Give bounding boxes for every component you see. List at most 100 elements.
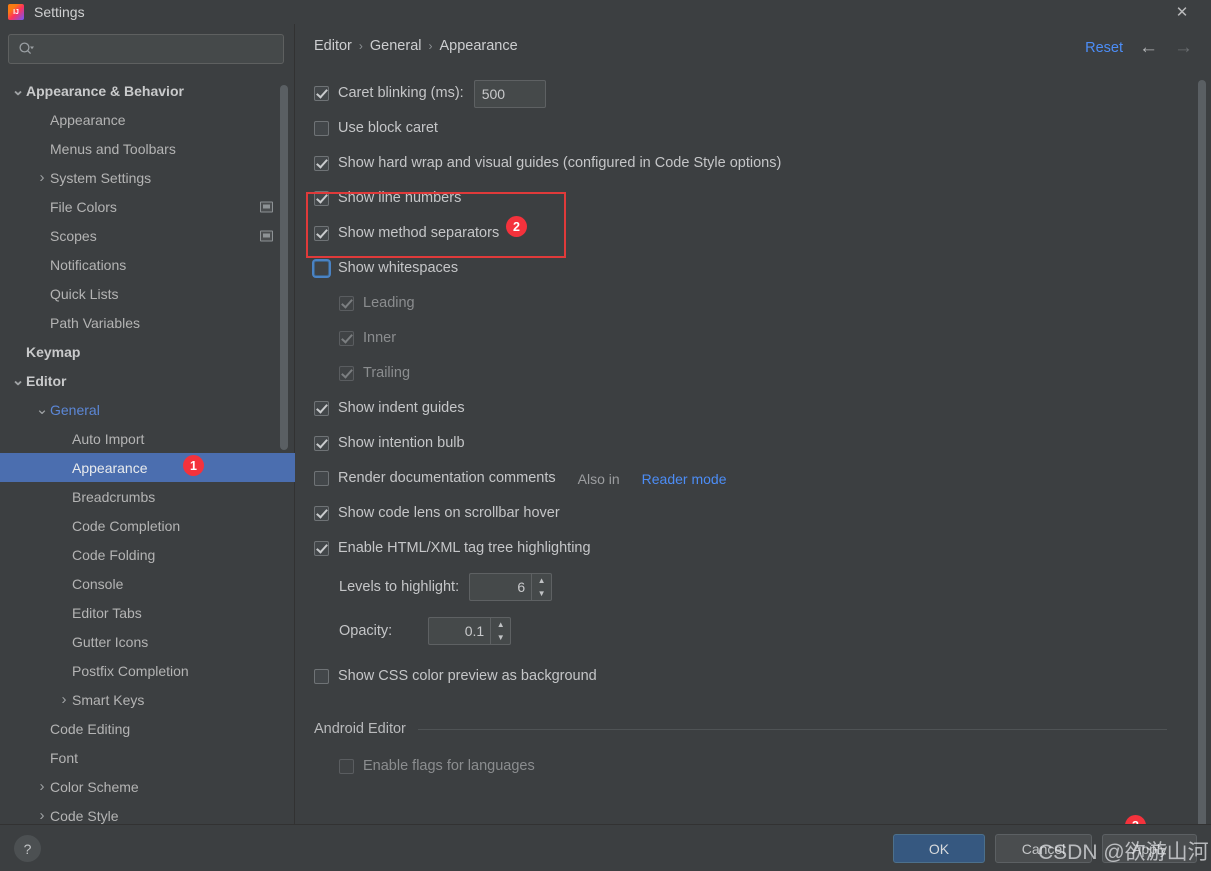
sidebar-item-file-colors[interactable]: File Colors	[0, 192, 295, 221]
search-input[interactable]	[34, 41, 283, 57]
opacity-input[interactable]	[428, 617, 491, 645]
opacity-stepper-buttons[interactable]: ▲ ▼	[490, 617, 512, 645]
show-intention-bulb-label: Show intention bulb	[338, 435, 465, 452]
sidebar-item-label: Breadcrumbs	[72, 488, 156, 505]
use-block-caret-checkbox[interactable]	[314, 121, 329, 136]
enable-tag-tree-checkbox[interactable]	[314, 541, 329, 556]
show-intention-bulb-checkbox[interactable]	[314, 436, 329, 451]
option-show-code-lens[interactable]: Show code lens on scrollbar hover	[296, 496, 1185, 531]
title-bar: Settings ✕	[0, 0, 1211, 24]
sidebar-scrollbar[interactable]	[280, 85, 288, 450]
option-enable-tag-tree-highlighting[interactable]: Enable HTML/XML tag tree highlighting	[296, 531, 1185, 566]
sidebar-item-quick-lists[interactable]: Quick Lists	[0, 279, 295, 308]
option-render-documentation-comments[interactable]: Render documentation comments Also in Re…	[296, 461, 1185, 496]
sidebar-item-path-variables[interactable]: Path Variables	[0, 308, 295, 337]
search-box[interactable]	[8, 34, 284, 64]
show-method-separators-label: Show method separators	[338, 225, 500, 242]
content-scrollbar[interactable]	[1198, 80, 1206, 835]
option-use-block-caret[interactable]: Use block caret	[296, 111, 1185, 146]
option-show-whitespaces[interactable]: Show whitespaces	[296, 251, 1185, 286]
stepper-down-icon[interactable]: ▼	[532, 587, 551, 600]
render-doc-comments-checkbox[interactable]	[314, 471, 329, 486]
help-button[interactable]: ?	[14, 835, 41, 862]
option-enable-flags-for-languages[interactable]: Enable flags for languages	[296, 744, 1185, 788]
option-show-css-color-preview[interactable]: Show CSS color preview as background	[296, 654, 1185, 698]
sidebar-item-code-completion[interactable]: Code Completion	[0, 511, 295, 540]
option-show-method-separators[interactable]: Show method separators	[296, 216, 1185, 251]
sidebar-item-appearance[interactable]: Appearance	[0, 453, 295, 482]
sidebar-item-label: Scopes	[50, 227, 97, 244]
show-line-numbers-checkbox[interactable]	[314, 191, 329, 206]
sidebar-item-label: Gutter Icons	[72, 633, 149, 650]
caret-blinking-checkbox[interactable]	[314, 86, 329, 101]
arrow-left-icon[interactable]: ←	[1139, 38, 1158, 57]
sidebar-item-general[interactable]: ⌄ General	[0, 395, 295, 424]
show-css-preview-checkbox[interactable]	[314, 668, 329, 684]
stepper-up-icon[interactable]: ▲	[532, 574, 551, 587]
levels-to-highlight-input[interactable]	[469, 573, 532, 601]
chevron-down-icon[interactable]: ⌄	[10, 83, 26, 99]
sidebar-item-scopes[interactable]: Scopes	[0, 221, 295, 250]
chevron-right-icon[interactable]: ›	[34, 169, 50, 186]
option-trailing[interactable]: Trailing	[296, 356, 1185, 391]
reset-button[interactable]: Reset	[1085, 40, 1123, 56]
sidebar-item-smart-keys[interactable]: › Smart Keys	[0, 685, 295, 714]
cancel-button[interactable]: Cancel	[995, 834, 1092, 863]
apply-button[interactable]: Apply	[1102, 834, 1197, 863]
option-leading[interactable]: Leading	[296, 286, 1185, 321]
show-whitespaces-checkbox[interactable]	[314, 261, 329, 276]
sidebar-item-appearance[interactable]: Appearance	[0, 105, 295, 134]
chevron-right-icon[interactable]: ›	[34, 807, 50, 824]
sidebar-item-code-style[interactable]: › Code Style	[0, 801, 295, 824]
sidebar-item-breadcrumbs[interactable]: Breadcrumbs	[0, 482, 295, 511]
sidebar-item-font[interactable]: Font	[0, 743, 295, 772]
sidebar-item-code-folding[interactable]: Code Folding	[0, 540, 295, 569]
show-method-separators-checkbox[interactable]	[314, 226, 329, 241]
sidebar-item-editor[interactable]: ⌄ Editor	[0, 366, 295, 395]
sidebar-item-editor-tabs[interactable]: Editor Tabs	[0, 598, 295, 627]
arrow-right-icon[interactable]: →	[1174, 38, 1193, 57]
sidebar-item-postfix-completion[interactable]: Postfix Completion	[0, 656, 295, 685]
sidebar-item-auto-import[interactable]: Auto Import	[0, 424, 295, 453]
sidebar-item-notifications[interactable]: Notifications	[0, 250, 295, 279]
stepper-up-icon[interactable]: ▲	[491, 618, 510, 631]
chevron-down-icon[interactable]: ⌄	[10, 373, 26, 389]
reader-mode-link[interactable]: Reader mode	[642, 471, 727, 487]
option-caret-blinking[interactable]: Caret blinking (ms):	[296, 76, 1185, 111]
sidebar-item-gutter-icons[interactable]: Gutter Icons	[0, 627, 295, 656]
option-inner[interactable]: Inner	[296, 321, 1185, 356]
sidebar-item-menus-and-toolbars[interactable]: Menus and Toolbars	[0, 134, 295, 163]
levels-to-highlight-stepper[interactable]: ▲ ▼	[469, 573, 553, 601]
close-icon[interactable]: ✕	[1167, 1, 1197, 23]
chevron-right-icon[interactable]: ›	[34, 778, 50, 795]
option-show-hard-wrap[interactable]: Show hard wrap and visual guides (config…	[296, 146, 1185, 181]
show-code-lens-checkbox[interactable]	[314, 506, 329, 521]
breadcrumb-separator-icon: ›	[428, 39, 433, 53]
sidebar-item-appearance-behavior[interactable]: ⌄ Appearance & Behavior	[0, 76, 295, 105]
option-show-intention-bulb[interactable]: Show intention bulb	[296, 426, 1185, 461]
leading-label: Leading	[363, 295, 415, 312]
ok-button[interactable]: OK	[893, 834, 985, 863]
breadcrumb-item-general[interactable]: General	[370, 38, 422, 54]
chevron-down-icon[interactable]: ⌄	[34, 402, 50, 418]
breadcrumb-item-editor[interactable]: Editor	[314, 38, 352, 54]
chevron-right-icon[interactable]: ›	[56, 691, 72, 708]
show-hard-wrap-checkbox[interactable]	[314, 156, 329, 171]
show-css-preview-label: Show CSS color preview as background	[338, 667, 597, 684]
caret-blinking-input[interactable]	[473, 79, 546, 108]
sidebar-item-console[interactable]: Console	[0, 569, 295, 598]
show-whitespaces-label: Show whitespaces	[338, 260, 459, 277]
opacity-stepper[interactable]: ▲ ▼	[428, 617, 512, 645]
sidebar-item-color-scheme[interactable]: › Color Scheme	[0, 772, 295, 801]
option-show-indent-guides[interactable]: Show indent guides	[296, 391, 1185, 426]
sidebar-item-keymap[interactable]: Keymap	[0, 337, 295, 366]
option-show-line-numbers[interactable]: Show line numbers	[296, 181, 1185, 216]
show-indent-guides-checkbox[interactable]	[314, 401, 329, 416]
sidebar-item-system-settings[interactable]: › System Settings	[0, 163, 295, 192]
stepper-down-icon[interactable]: ▼	[491, 631, 510, 644]
sidebar-item-code-editing[interactable]: Code Editing	[0, 714, 295, 743]
levels-stepper-buttons[interactable]: ▲ ▼	[531, 573, 553, 601]
show-hard-wrap-label: Show hard wrap and visual guides (config…	[338, 155, 782, 172]
